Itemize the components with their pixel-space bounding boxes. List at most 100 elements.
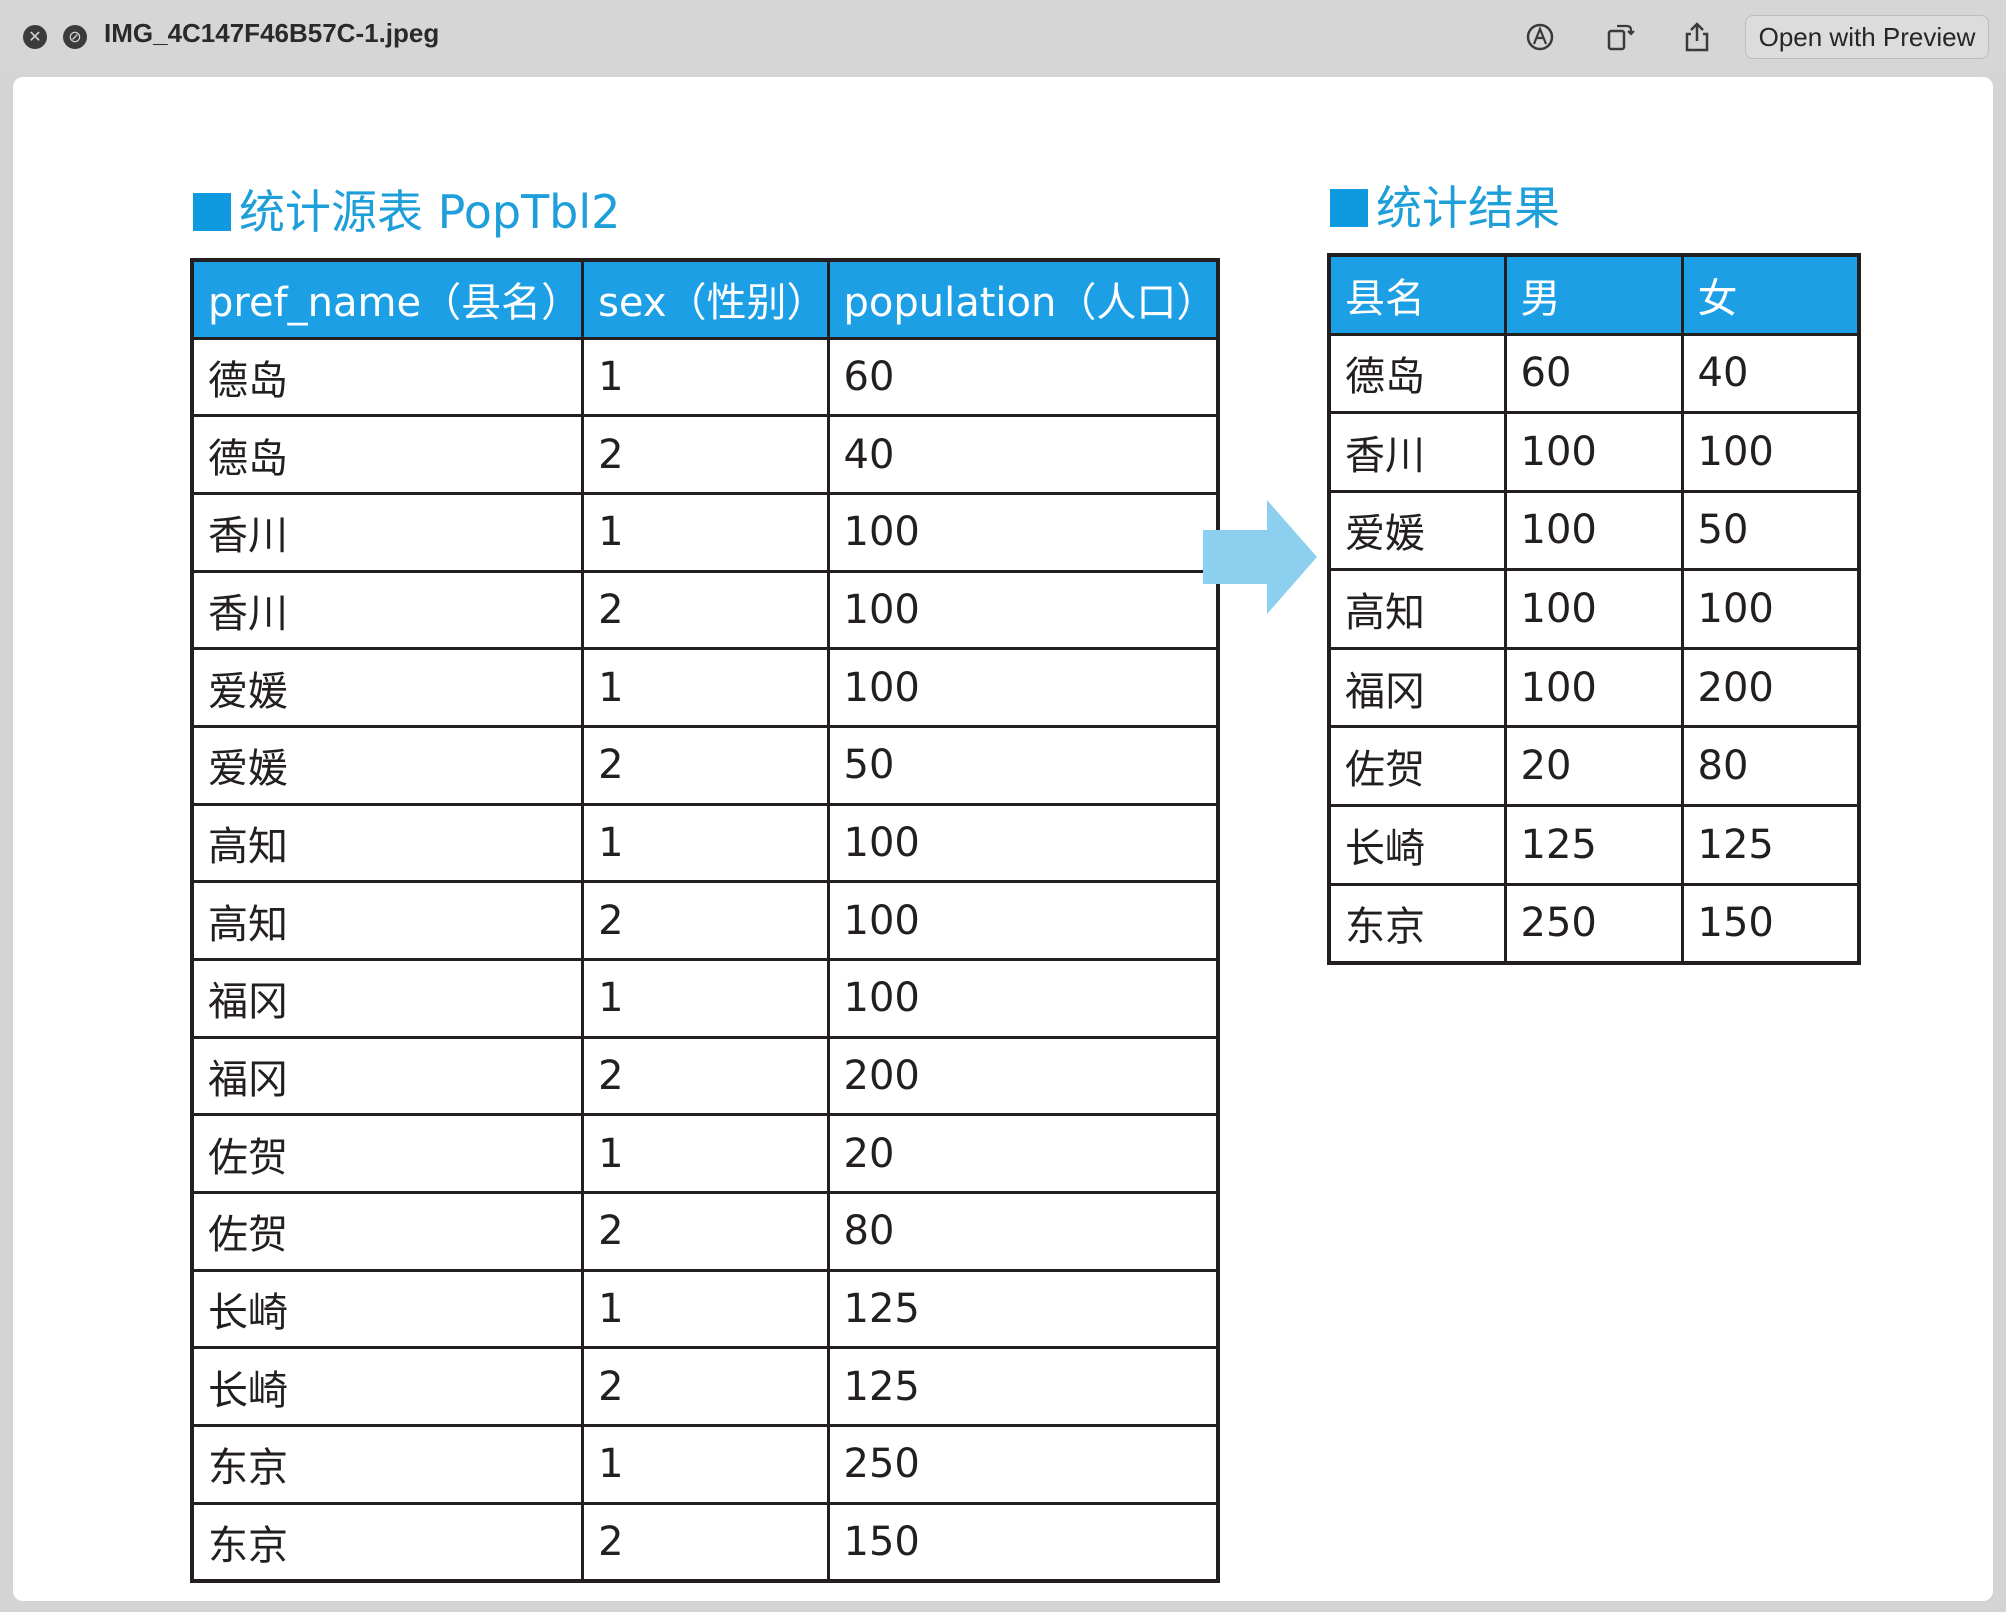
table-cell: 福冈 bbox=[1327, 646, 1507, 729]
table-cell: 50 bbox=[826, 724, 1220, 806]
table-cell: 1 bbox=[581, 491, 830, 573]
table-row: 香川 100 100 bbox=[1327, 411, 1861, 493]
table-cell: 2 bbox=[581, 1035, 830, 1117]
arrow-right-icon bbox=[1203, 500, 1317, 614]
title-bar: ✕ ⊘ IMG_4C147F46B57C-1.jpeg Open with Pr… bbox=[0, 0, 2006, 74]
table-cell: 100 bbox=[826, 958, 1220, 1039]
table-cell: 60 bbox=[1503, 332, 1684, 415]
table-row: 福冈 100 200 bbox=[1327, 646, 1861, 729]
source-heading-text: 统计源表 PopTbl2 bbox=[239, 185, 621, 239]
table-cell: 100 bbox=[1503, 489, 1684, 572]
table-cell: 40 bbox=[1680, 332, 1861, 415]
table-cell: 100 bbox=[1503, 411, 1684, 493]
table-cell: 佐贺 bbox=[190, 1191, 585, 1272]
table-cell: 150 bbox=[826, 1501, 1220, 1583]
table-cell: 福冈 bbox=[190, 1035, 585, 1117]
rotate-icon[interactable] bbox=[1603, 20, 1637, 54]
table-cell: 高知 bbox=[190, 880, 585, 961]
result-col-header: 男 bbox=[1503, 253, 1684, 336]
source-col-header: population（人口） bbox=[826, 258, 1220, 340]
table-cell: 2 bbox=[581, 1191, 830, 1272]
table-row: 德岛 2 40 bbox=[190, 414, 1220, 495]
result-table-heading: 统计结果 bbox=[1330, 172, 1560, 238]
table-cell: 爱媛 bbox=[1327, 489, 1507, 572]
close-icon[interactable]: ✕ bbox=[23, 25, 47, 49]
table-cell: 1 bbox=[581, 336, 830, 418]
table-row: 佐贺 2 80 bbox=[190, 1191, 1220, 1272]
table-cell: 20 bbox=[826, 1113, 1220, 1195]
table-cell: 东京 bbox=[190, 1424, 585, 1505]
table-cell: 60 bbox=[826, 336, 1220, 418]
markup-icon[interactable] bbox=[1523, 20, 1557, 54]
table-cell: 100 bbox=[826, 647, 1220, 728]
table-cell: 德岛 bbox=[190, 336, 585, 418]
table-cell: 125 bbox=[1503, 804, 1684, 886]
table-cell: 200 bbox=[1680, 646, 1861, 729]
table-cell: 250 bbox=[826, 1424, 1220, 1505]
table-cell: 1 bbox=[581, 1113, 830, 1195]
table-row: 佐贺 1 20 bbox=[190, 1113, 1220, 1195]
table-row: 爱媛 100 50 bbox=[1327, 489, 1861, 572]
table-cell: 1 bbox=[581, 802, 830, 884]
table-cell: 长崎 bbox=[190, 1268, 585, 1350]
table-cell: 2 bbox=[581, 1346, 830, 1428]
table-cell: 100 bbox=[826, 569, 1220, 651]
table-row: 长崎 125 125 bbox=[1327, 804, 1861, 886]
table-row: 德岛 60 40 bbox=[1327, 332, 1861, 415]
table-cell: 100 bbox=[1503, 646, 1684, 729]
table-cell: 东京 bbox=[1327, 882, 1507, 965]
table-cell: 100 bbox=[826, 491, 1220, 573]
table-row: 东京 250 150 bbox=[1327, 882, 1861, 965]
table-row: 东京 2 150 bbox=[190, 1501, 1220, 1583]
table-cell: 德岛 bbox=[190, 414, 585, 495]
table-cell: 250 bbox=[1503, 882, 1684, 965]
table-cell: 100 bbox=[1503, 568, 1684, 650]
table-cell: 50 bbox=[1680, 489, 1861, 572]
table-cell: 东京 bbox=[190, 1501, 585, 1583]
table-cell: 40 bbox=[826, 414, 1220, 495]
table-cell: 德岛 bbox=[1327, 332, 1507, 415]
share-icon[interactable] bbox=[1680, 20, 1714, 54]
table-row: 佐贺 20 80 bbox=[1327, 725, 1861, 808]
result-heading-text: 统计结果 bbox=[1376, 181, 1560, 235]
table-cell: 100 bbox=[1680, 568, 1861, 650]
table-cell: 1 bbox=[581, 1424, 830, 1505]
table-row: 东京 1 250 bbox=[190, 1424, 1220, 1505]
source-col-header: sex（性别） bbox=[581, 258, 830, 340]
table-row: 香川 2 100 bbox=[190, 569, 1220, 651]
window-title: IMG_4C147F46B57C-1.jpeg bbox=[104, 18, 440, 48]
table-cell: 福冈 bbox=[190, 958, 585, 1039]
table-cell: 佐贺 bbox=[190, 1113, 585, 1195]
table-cell: 长崎 bbox=[190, 1346, 585, 1428]
table-cell: 2 bbox=[581, 1501, 830, 1583]
table-row: 德岛 1 60 bbox=[190, 336, 1220, 418]
table-row: 爱媛 2 50 bbox=[190, 724, 1220, 806]
table-cell: 佐贺 bbox=[1327, 725, 1507, 808]
table-cell: 香川 bbox=[190, 491, 585, 573]
source-table-heading: 统计源表 PopTbl2 bbox=[193, 176, 620, 242]
table-cell: 20 bbox=[1503, 725, 1684, 808]
result-header-row: 县名 男 女 bbox=[1327, 253, 1861, 336]
result-table: 县名 男 女 德岛 60 40 香川 100 100 爱媛 100 50 高知 100 100 福冈 10… bbox=[1327, 253, 1861, 965]
open-with-preview-button[interactable]: Open with Preview bbox=[1745, 15, 1989, 59]
table-row: 长崎 2 125 bbox=[190, 1346, 1220, 1428]
table-cell: 200 bbox=[826, 1035, 1220, 1117]
table-cell: 1 bbox=[581, 958, 830, 1039]
table-cell: 125 bbox=[1680, 804, 1861, 886]
table-cell: 高知 bbox=[1327, 568, 1507, 650]
table-row: 福冈 1 100 bbox=[190, 958, 1220, 1039]
table-cell: 100 bbox=[826, 880, 1220, 961]
table-cell: 80 bbox=[826, 1191, 1220, 1272]
square-bullet-icon bbox=[1330, 189, 1368, 227]
block-icon[interactable]: ⊘ bbox=[63, 25, 87, 49]
table-row: 高知 100 100 bbox=[1327, 568, 1861, 650]
table-row: 高知 1 100 bbox=[190, 802, 1220, 884]
table-cell: 80 bbox=[1680, 725, 1861, 808]
table-row: 长崎 1 125 bbox=[190, 1268, 1220, 1350]
square-bullet-icon bbox=[193, 193, 231, 231]
table-cell: 香川 bbox=[1327, 411, 1507, 493]
table-row: 福冈 2 200 bbox=[190, 1035, 1220, 1117]
result-col-header: 女 bbox=[1680, 253, 1861, 336]
table-cell: 1 bbox=[581, 1268, 830, 1350]
table-cell: 1 bbox=[581, 647, 830, 728]
